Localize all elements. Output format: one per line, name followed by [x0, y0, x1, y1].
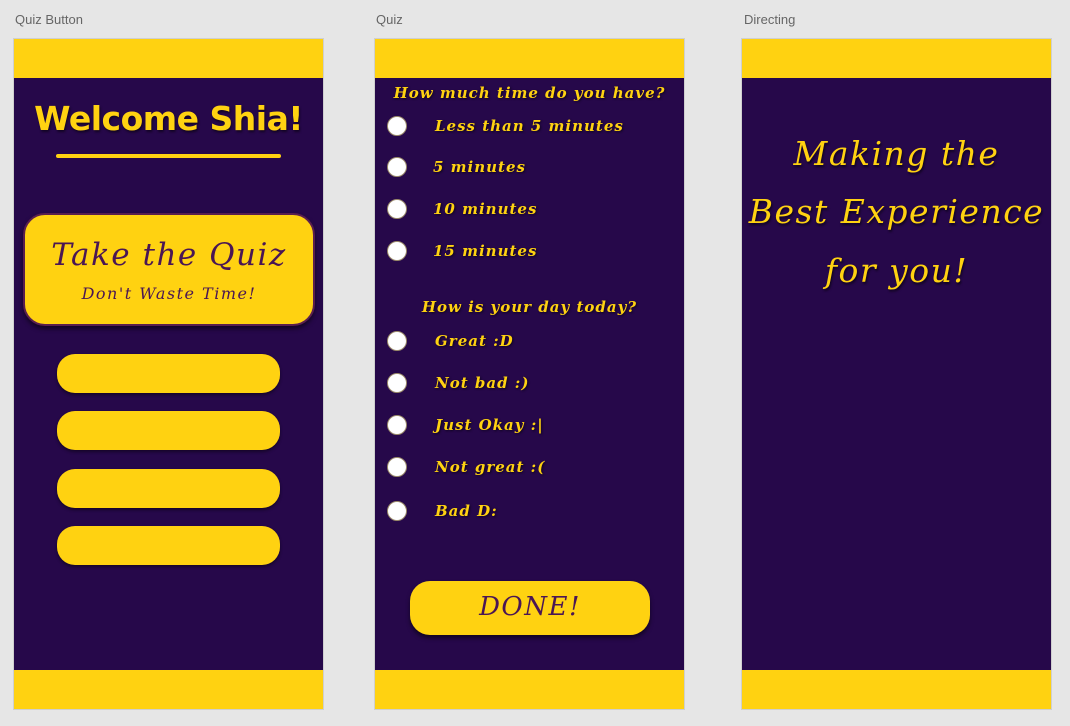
option-label: Just Okay :| [435, 416, 544, 434]
top-bar [742, 39, 1051, 78]
option-time-15[interactable]: 15 minutes [375, 241, 684, 265]
artboard-label-quiz[interactable]: Quiz [376, 12, 403, 27]
option-day-not-great[interactable]: Not great :( [375, 457, 684, 481]
option-day-not-bad[interactable]: Not bad :) [375, 373, 684, 397]
radio-button[interactable] [387, 331, 407, 351]
artboard-quiz: How much time do you have? Less than 5 m… [375, 39, 684, 709]
radio-button[interactable] [387, 501, 407, 521]
option-label: Not great :( [435, 458, 546, 476]
menu-button-3[interactable] [57, 469, 280, 508]
bottom-bar [742, 670, 1051, 709]
bottom-bar [14, 670, 323, 709]
radio-button[interactable] [387, 116, 407, 136]
question-day: How is your day today? [421, 298, 638, 316]
option-label: 5 minutes [433, 158, 526, 176]
welcome-title: Welcome Shia! [34, 99, 303, 138]
option-label: 15 minutes [433, 242, 538, 260]
option-time-10[interactable]: 10 minutes [375, 199, 684, 223]
radio-button[interactable] [387, 199, 407, 219]
artboard-label-quiz-button[interactable]: Quiz Button [15, 12, 83, 27]
bottom-bar [375, 670, 684, 709]
message-line-2: Best Experience [748, 192, 1045, 231]
menu-button-2[interactable] [57, 411, 280, 450]
option-day-just-okay[interactable]: Just Okay :| [375, 415, 684, 439]
take-quiz-button[interactable]: Take the Quiz Don't Waste Time! [23, 213, 315, 326]
done-label: DONE! [479, 592, 581, 622]
radio-button[interactable] [387, 373, 407, 393]
menu-button-1[interactable] [57, 354, 280, 393]
option-label: Less than 5 minutes [435, 117, 624, 135]
option-label: Not bad :) [435, 374, 530, 392]
radio-button[interactable] [387, 157, 407, 177]
option-day-bad[interactable]: Bad D: [375, 501, 684, 525]
option-day-great[interactable]: Great :D [375, 331, 684, 355]
option-label: Bad D: [435, 502, 498, 520]
title-underline [56, 154, 281, 158]
artboard-quiz-button: Welcome Shia! Take the Quiz Don't Waste … [14, 39, 323, 709]
take-quiz-label: Take the Quiz [51, 237, 287, 273]
option-label: Great :D [435, 332, 514, 350]
option-time-5[interactable]: 5 minutes [375, 157, 684, 181]
take-quiz-subtitle: Don't Waste Time! [81, 284, 257, 303]
radio-button[interactable] [387, 415, 407, 435]
option-label: 10 minutes [433, 200, 538, 218]
message-line-3: for you! [824, 251, 969, 290]
done-button[interactable]: DONE! [410, 581, 650, 635]
top-bar [14, 39, 323, 78]
radio-button[interactable] [387, 457, 407, 477]
message-line-1: Making the [793, 134, 1000, 173]
artboard-label-directing[interactable]: Directing [744, 12, 795, 27]
artboard-directing: Making the Best Experience for you! [742, 39, 1051, 709]
radio-button[interactable] [387, 241, 407, 261]
question-time: How much time do you have? [393, 84, 666, 102]
option-time-less-than-5[interactable]: Less than 5 minutes [375, 116, 684, 140]
menu-button-4[interactable] [57, 526, 280, 565]
top-bar [375, 39, 684, 78]
